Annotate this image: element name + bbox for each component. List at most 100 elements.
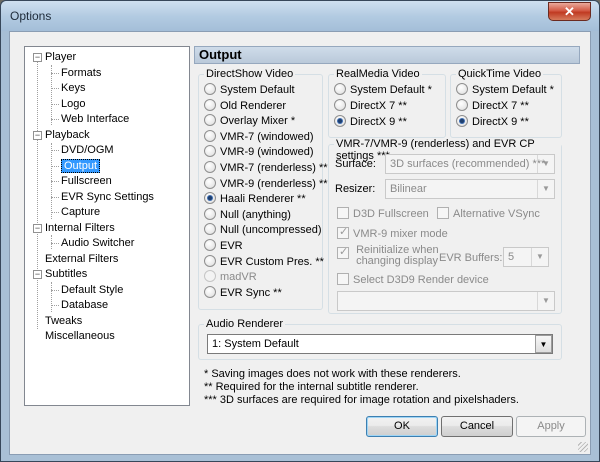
directshow-video-option-label: Null (uncompressed) xyxy=(220,224,322,237)
directshow-video-option[interactable]: EVR Sync ** xyxy=(204,285,282,301)
tree-connector xyxy=(51,65,52,125)
directshow-video-option-label: Overlay Mixer * xyxy=(220,115,296,128)
tree-item-tweaks[interactable]: Tweaks xyxy=(45,314,82,329)
tree-item-output[interactable]: Output xyxy=(51,158,101,174)
title-bar[interactable]: Options ✕ xyxy=(1,1,599,31)
directshow-video-option[interactable]: VMR-9 (renderless) ** xyxy=(204,176,328,192)
directshow-video-option-label: VMR-9 (renderless) ** xyxy=(220,177,328,190)
quicktime-video-option[interactable]: System Default * xyxy=(456,83,554,98)
tree-connector xyxy=(51,88,59,89)
directshow-video-option[interactable]: VMR-9 (windowed) xyxy=(204,145,314,160)
tree-item-dvd-ogm[interactable]: DVD/OGM xyxy=(51,143,114,158)
directshow-video-option[interactable]: Null (anything) xyxy=(204,207,291,223)
tree-item-miscellaneous[interactable]: Miscellaneous xyxy=(45,329,115,344)
quicktime-video-option-label: DirectX 9 ** xyxy=(472,116,529,128)
tree-item-database[interactable]: Database xyxy=(51,298,108,313)
chevron-down-icon: ▼ xyxy=(537,292,554,310)
directshow-video-option-label: madVR xyxy=(220,271,257,284)
reinitialize-checkbox[interactable]: Reinitialize when changing display xyxy=(337,245,439,273)
vmr9-mixer-mode-checkbox[interactable]: VMR-9 mixer mode xyxy=(337,225,448,242)
collapse-icon[interactable]: − xyxy=(33,270,42,279)
ok-button[interactable]: OK xyxy=(366,416,438,437)
quicktime-video-group: QuickTime Video System Default * DirectX … xyxy=(450,68,562,138)
radio-icon xyxy=(204,285,216,298)
collapse-icon[interactable]: − xyxy=(33,53,42,62)
resize-grip[interactable] xyxy=(578,442,588,452)
realmedia-video-option[interactable]: DirectX 9 ** xyxy=(334,115,407,130)
directshow-video-option[interactable]: System Default xyxy=(204,83,295,98)
collapse-icon[interactable]: − xyxy=(33,130,42,140)
quicktime-video-option[interactable]: DirectX 9 ** xyxy=(456,115,529,130)
tree-connector xyxy=(37,57,38,329)
audio-renderer-label: Audio Renderer xyxy=(204,318,286,330)
radio-icon xyxy=(204,98,216,111)
evr-buffers-select[interactable]: 5 ▼ xyxy=(503,247,549,267)
directshow-video-option[interactable]: EVR xyxy=(204,239,243,254)
surface-value: 3D surfaces (recommended) *** xyxy=(390,158,546,170)
d3d-fullscreen-checkbox[interactable]: D3D Fullscreen xyxy=(337,207,429,222)
tree-item-fullscreen[interactable]: Fullscreen xyxy=(51,174,112,189)
tree-item-audio-switcher[interactable]: Audio Switcher xyxy=(51,236,134,251)
tree-item-label: Tweaks xyxy=(45,314,83,327)
directshow-video-option-label: System Default xyxy=(220,84,295,96)
tree-item-default-style[interactable]: Default Style xyxy=(51,283,123,298)
tree-item-internal-filters[interactable]: − Internal Filters xyxy=(33,221,115,236)
tree-item-external-filters[interactable]: External Filters xyxy=(45,252,118,267)
chevron-down-icon: ▼ xyxy=(537,180,554,198)
quicktime-video-option-label: System Default * xyxy=(472,84,554,96)
alternative-vsync-checkbox[interactable]: Alternative VSync xyxy=(437,207,540,222)
tree-connector xyxy=(51,235,52,249)
vmr-evr-settings-group: VMR-7/VMR-9 (renderless) and EVR CP sett… xyxy=(328,138,562,314)
realmedia-video-option-label: System Default * xyxy=(350,84,432,96)
radio-selected-icon xyxy=(334,115,346,127)
realmedia-video-option[interactable]: System Default * xyxy=(334,83,432,98)
directshow-video-option[interactable]: VMR-7 (windowed) xyxy=(204,129,314,145)
chevron-down-icon: ▼ xyxy=(531,248,548,266)
tree-item-formats[interactable]: Formats xyxy=(51,66,101,81)
checkbox-icon xyxy=(337,273,349,285)
close-button[interactable]: ✕ xyxy=(548,2,591,21)
tree-item-subtitles[interactable]: − Subtitles xyxy=(33,267,88,282)
tree-item-player[interactable]: − Player xyxy=(33,50,76,65)
resizer-select[interactable]: Bilinear ▼ xyxy=(385,179,555,199)
quicktime-video-label: QuickTime Video xyxy=(456,68,544,80)
tree-connector xyxy=(51,72,59,74)
options-tree[interactable]: − Player Formats Keys Logo Web Interface − Play… xyxy=(24,46,190,406)
directshow-video-option-label: VMR-9 (windowed) xyxy=(220,146,314,159)
directshow-video-option[interactable]: Null (uncompressed) xyxy=(204,223,321,238)
directshow-video-option[interactable]: VMR-7 (renderless) ** xyxy=(204,161,328,176)
tree-item-logo[interactable]: Logo xyxy=(51,97,86,112)
resizer-value: Bilinear xyxy=(390,183,427,195)
tree-item-capture[interactable]: Capture xyxy=(51,205,100,220)
tree-item-web-interface[interactable]: Web Interface xyxy=(51,112,129,127)
audio-renderer-select[interactable]: 1: System Default ▼ xyxy=(207,334,553,354)
radio-icon xyxy=(334,99,346,111)
apply-button[interactable]: Apply xyxy=(516,416,586,437)
note-subtitle-renderer: ** Required for the internal subtitle re… xyxy=(204,381,419,393)
d3d9-device-select[interactable]: ▼ xyxy=(337,291,555,311)
radio-icon xyxy=(334,83,346,95)
surface-select[interactable]: 3D surfaces (recommended) *** ▼ xyxy=(385,154,555,174)
directshow-video-option[interactable]: Overlay Mixer * xyxy=(204,114,295,129)
tree-item-label: Playback xyxy=(45,128,90,141)
radio-selected-icon xyxy=(204,192,216,205)
collapse-icon[interactable]: − xyxy=(33,223,42,233)
tree-item-playback[interactable]: − Playback xyxy=(33,128,90,143)
radio-selected-icon xyxy=(456,115,468,127)
realmedia-video-option[interactable]: DirectX 7 ** xyxy=(334,99,407,114)
tree-item-label: Logo xyxy=(61,97,86,110)
cancel-button[interactable]: Cancel xyxy=(441,416,513,437)
directshow-video-label: DirectShow Video xyxy=(204,68,296,80)
tree-item-keys[interactable]: Keys xyxy=(51,81,85,96)
tree-connector xyxy=(51,103,59,105)
tree-item-label: Subtitles xyxy=(45,268,88,280)
realmedia-video-option-label: DirectX 7 ** xyxy=(350,100,407,112)
directshow-video-option[interactable]: Old Renderer xyxy=(204,98,286,114)
tree-item-evr-sync-settings[interactable]: EVR Sync Settings xyxy=(51,190,154,205)
directshow-video-option-label: VMR-7 (windowed) xyxy=(220,130,314,143)
window-title: Options xyxy=(10,9,52,23)
directshow-video-option[interactable]: EVR Custom Pres. ** xyxy=(204,254,324,270)
quicktime-video-option[interactable]: DirectX 7 ** xyxy=(456,99,529,114)
directshow-video-option[interactable]: Haali Renderer ** xyxy=(204,192,306,207)
select-d3d9-device-checkbox[interactable]: Select D3D9 Render device xyxy=(337,273,489,288)
